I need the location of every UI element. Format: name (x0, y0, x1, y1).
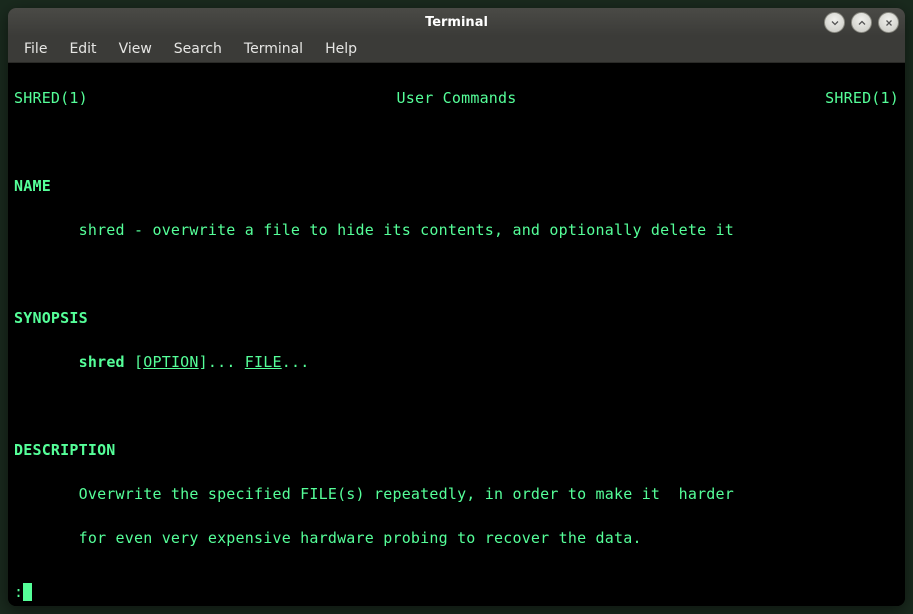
name-line: shred - overwrite a file to hide its con… (14, 219, 899, 241)
synopsis-file: FILE (245, 353, 282, 371)
maximize-button[interactable] (851, 12, 872, 33)
description-line: for even very expensive hardware probing… (14, 527, 899, 549)
menu-help[interactable]: Help (315, 38, 367, 60)
synopsis-line: shred [OPTION]... FILE... (14, 351, 899, 373)
titlebar[interactable]: Terminal (8, 8, 905, 36)
menu-terminal[interactable]: Terminal (234, 38, 313, 60)
window-title: Terminal (8, 15, 905, 30)
window-controls (824, 12, 899, 33)
chevron-up-icon (857, 18, 867, 28)
man-header-center: User Commands (88, 87, 825, 109)
section-name-heading: NAME (14, 175, 899, 197)
pager-status-line[interactable]: : (8, 581, 905, 606)
description-line: Overwrite the specified FILE(s) repeated… (14, 483, 899, 505)
man-header-row: SHRED(1)User CommandsSHRED(1) (14, 87, 899, 109)
menu-file[interactable]: File (14, 38, 57, 60)
blank-line (14, 395, 899, 417)
close-button[interactable] (878, 12, 899, 33)
synopsis-cmd: shred (79, 353, 125, 371)
terminal-output[interactable]: SHRED(1)User CommandsSHRED(1) NAME shred… (8, 63, 905, 606)
menu-view[interactable]: View (109, 38, 162, 60)
menu-search[interactable]: Search (164, 38, 232, 60)
synopsis-option: OPTION (143, 353, 198, 371)
menubar: File Edit View Search Terminal Help (8, 36, 905, 63)
man-header-left: SHRED(1) (14, 87, 88, 109)
close-icon (884, 18, 894, 28)
terminal-window: Terminal File Edit View Search Terminal … (8, 8, 905, 606)
blank-line (14, 263, 899, 285)
man-header-right: SHRED(1) (825, 87, 899, 109)
minimize-button[interactable] (824, 12, 845, 33)
cursor (23, 583, 32, 601)
chevron-down-icon (830, 18, 840, 28)
section-description-heading: DESCRIPTION (14, 439, 899, 461)
pager-prompt: : (14, 581, 23, 603)
blank-line (14, 131, 899, 153)
menu-edit[interactable]: Edit (59, 38, 106, 60)
section-synopsis-heading: SYNOPSIS (14, 307, 899, 329)
